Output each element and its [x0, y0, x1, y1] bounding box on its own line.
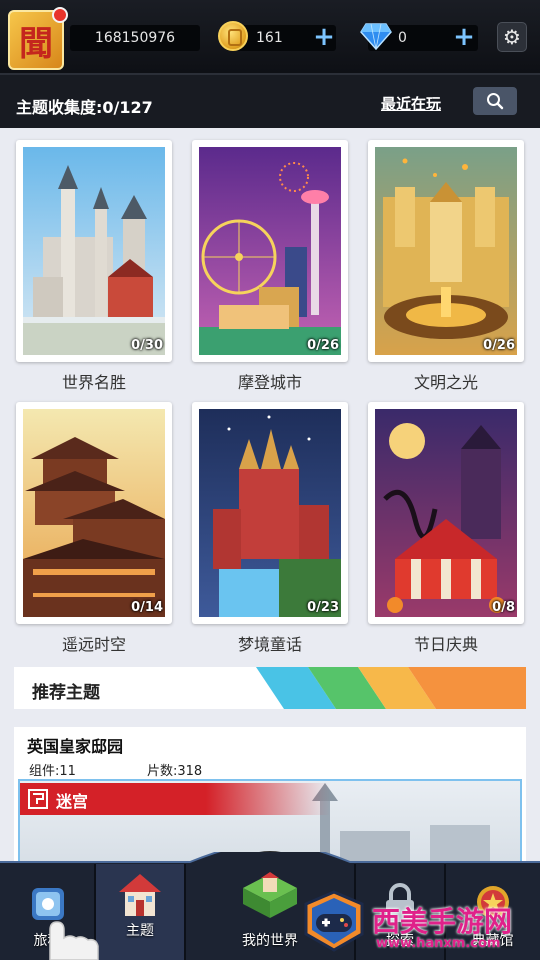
theme-count: 0/26: [307, 338, 339, 353]
coin-icon: [218, 21, 248, 51]
search-icon: [487, 93, 504, 110]
theme-card-modern-city[interactable]: 0/26: [192, 140, 348, 362]
watermark-title: 西美手游网: [372, 905, 513, 938]
pagoda-image: [23, 409, 165, 617]
fairytale-castle-image: [199, 409, 341, 617]
theme-count: 0/14: [131, 600, 163, 615]
maze-label: 迷宫: [56, 792, 89, 811]
hand-pointer-icon: [49, 921, 99, 960]
palace-image: [375, 147, 517, 355]
theme-label: 节日庆典: [413, 635, 478, 654]
notification-dot: [52, 7, 68, 23]
color-stripes: [256, 667, 526, 709]
diamond-icon: [360, 23, 392, 50]
theme-count: 0/30: [131, 338, 163, 353]
my-world-icon: [243, 872, 297, 918]
gamepad-icon: [304, 890, 364, 952]
theme-count: 0/23: [307, 600, 339, 615]
theme-card-distant-times[interactable]: 0/14: [16, 402, 172, 624]
theme-card-fairy-tale[interactable]: 0/23: [192, 402, 348, 624]
house-icon: [119, 874, 161, 916]
theme-count: 0/26: [483, 338, 515, 353]
theme-label: 遥远时空: [61, 635, 126, 654]
theme-label: 摩登城市: [237, 373, 302, 392]
piece-count: 片数:318: [147, 764, 203, 779]
theme-label: 世界名胜: [61, 373, 126, 392]
theme-label: 梦境童话: [237, 635, 302, 654]
theme-count: 0/8: [492, 600, 515, 615]
recommended-header: 推荐主题: [14, 667, 526, 709]
theme-label: 文明之光: [413, 373, 478, 392]
city-image: [199, 147, 341, 355]
add-gems-button[interactable]: +: [452, 24, 476, 50]
collection-bar: 主题收集度:0/127 最近在玩: [0, 75, 540, 128]
collection-progress: 主题收集度:0/127: [16, 98, 153, 117]
theme-card-civilization[interactable]: 0/26: [368, 140, 524, 362]
theme-card-festival[interactable]: 0/8: [368, 402, 524, 624]
avatar-logo: 聞: [19, 23, 53, 64]
nav-themes[interactable]: 主题: [95, 860, 185, 960]
theme-card-world-wonders[interactable]: 0/30: [16, 140, 172, 362]
user-id: 168150976: [70, 25, 200, 51]
settings-button[interactable]: ⚙: [497, 22, 527, 52]
watermark-url: www.hanxm.com: [376, 936, 501, 951]
search-button[interactable]: [473, 87, 517, 115]
castle-image: [23, 147, 165, 355]
recommended-theme-name: 英国皇家邸园: [27, 737, 124, 756]
recently-played-link[interactable]: 最近在玩: [381, 93, 441, 114]
maze-tag: 迷宫: [20, 783, 330, 815]
add-coins-button[interactable]: +: [312, 24, 336, 50]
halloween-image: [375, 409, 517, 617]
gear-icon: ⚙: [503, 25, 521, 49]
component-count: 组件:11: [29, 764, 76, 779]
recommended-title: 推荐主题: [32, 683, 100, 703]
top-bar: 聞 168150976 161 + 0 + ⚙: [0, 0, 540, 75]
nav-label: 主题: [126, 923, 154, 939]
maze-icon: [28, 789, 48, 809]
